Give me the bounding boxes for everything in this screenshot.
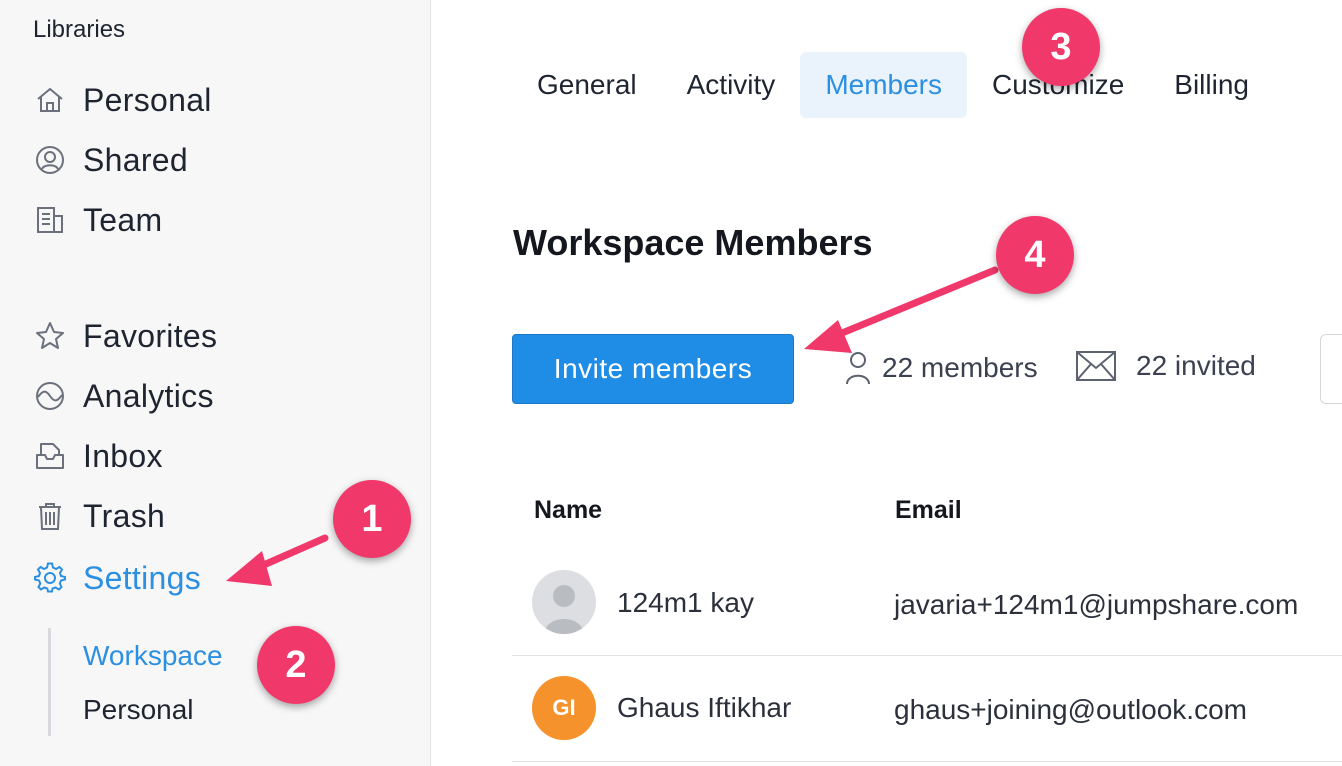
sidebar-item-inbox[interactable]: Inbox (33, 436, 163, 476)
row-divider (512, 761, 1342, 762)
arrow-to-invite (804, 266, 999, 353)
member-email: ghaus+joining@outlook.com (894, 694, 1247, 725)
sidebar: Libraries Personal Shared Team Favorites… (0, 0, 431, 766)
sidebar-item-analytics[interactable]: Analytics (33, 376, 214, 416)
sidebar-subitem-personal[interactable]: Personal (83, 694, 194, 726)
default-avatar-icon (532, 570, 596, 634)
tab-billing[interactable]: Billing (1149, 52, 1274, 118)
trash-icon (33, 499, 67, 533)
sidebar-item-label: Favorites (83, 317, 218, 354)
invited-count: 22 invited (1076, 344, 1256, 388)
team-building-icon (33, 203, 67, 237)
tab-activity[interactable]: Activity (662, 52, 801, 118)
user-icon (844, 351, 872, 385)
sidebar-item-label: Analytics (83, 377, 214, 414)
gear-icon (33, 561, 67, 595)
sidebar-subitem-workspace[interactable]: Workspace (83, 640, 223, 672)
sidebar-item-label: Inbox (83, 437, 163, 474)
sidebar-item-label: Trash (83, 497, 166, 534)
home-icon (33, 83, 67, 117)
member-email: javaria+124m1@jumpshare.com (894, 589, 1299, 620)
shared-user-icon (33, 143, 67, 177)
member-name: Ghaus Iftikhar (617, 692, 792, 723)
inbox-icon (33, 439, 67, 473)
sidebar-item-label: Shared (83, 141, 188, 178)
invite-members-button[interactable]: Invite members (512, 334, 794, 404)
tab-general[interactable]: General (512, 52, 662, 118)
search-box-partial[interactable] (1320, 334, 1342, 404)
tab-members[interactable]: Members (800, 52, 968, 118)
submenu-divider (48, 628, 51, 736)
sidebar-item-trash[interactable]: Trash (33, 496, 165, 536)
sidebar-item-shared[interactable]: Shared (33, 140, 188, 180)
annotation-badge-2: 2 (257, 626, 335, 704)
table-row[interactable]: 124m1 kay javaria+124m1@jumpshare.com (512, 551, 1342, 656)
sidebar-item-label: Settings (83, 559, 202, 596)
annotation-badge-3: 3 (1022, 8, 1100, 86)
settings-tabs: General Activity Members Customize Billi… (512, 52, 1274, 118)
sidebar-item-label: Personal (83, 81, 212, 118)
annotation-badge-1: 1 (333, 480, 411, 558)
libraries-heading: Libraries (33, 16, 126, 43)
star-icon (33, 319, 67, 353)
annotation-badge-4: 4 (996, 216, 1074, 294)
sidebar-item-settings[interactable]: Settings (33, 558, 201, 598)
column-header-email[interactable]: Email (895, 496, 962, 525)
page-title: Workspace Members (513, 222, 873, 263)
sidebar-item-personal[interactable]: Personal (33, 80, 212, 120)
members-count-label: 22 members (882, 352, 1038, 383)
member-name: 124m1 kay (617, 587, 754, 618)
sidebar-item-label: Team (83, 201, 163, 238)
sidebar-item-favorites[interactable]: Favorites (33, 316, 217, 356)
sidebar-item-team[interactable]: Team (33, 200, 162, 240)
envelope-icon (1076, 351, 1116, 381)
column-header-name[interactable]: Name (534, 496, 602, 525)
table-row[interactable]: GI Ghaus Iftikhar ghaus+joining@outlook.… (512, 656, 1342, 761)
members-count: 22 members (844, 346, 1038, 390)
invited-count-label: 22 invited (1136, 350, 1256, 381)
avatar: GI (532, 676, 596, 740)
analytics-wave-icon (33, 379, 67, 413)
